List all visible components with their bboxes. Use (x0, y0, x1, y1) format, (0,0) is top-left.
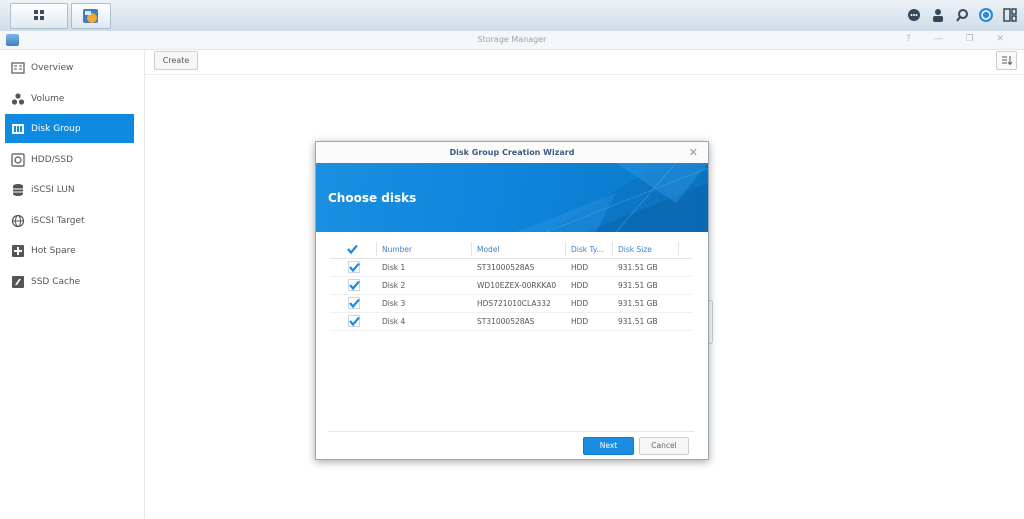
row-checkbox[interactable] (348, 279, 360, 291)
grid-icon (34, 10, 44, 20)
disk-group-icon (11, 122, 25, 136)
sidebar-item-volume[interactable]: Volume (5, 84, 134, 113)
cancel-button[interactable]: Cancel (639, 437, 689, 455)
wizard-banner: Choose disks (316, 163, 708, 232)
main-menu-button[interactable] (10, 3, 68, 29)
row-checkbox[interactable] (348, 261, 360, 273)
sidebar-item-label: iSCSI Target (31, 215, 85, 226)
sidebar-item-iscsi-lun[interactable]: iSCSI LUN (5, 175, 134, 204)
overview-icon (11, 61, 25, 75)
sidebar: Overview Volume Disk Group HDD/SSD iSCSI… (0, 50, 145, 519)
sidebar-item-label: iSCSI LUN (31, 184, 75, 195)
select-all-checkbox[interactable] (346, 243, 358, 255)
table-row[interactable]: Disk 1 ST31000528AS HDD 931.51 GB (330, 259, 692, 277)
table-header: Number Model Disk Ty... Disk Size (330, 241, 692, 259)
dialog-title-bar: Disk Group Creation Wizard ✕ (316, 142, 708, 164)
close-icon[interactable]: ✕ (689, 146, 698, 159)
table-row[interactable]: Disk 2 WD10EZEX-00RKKA0 HDD 931.51 GB (330, 277, 692, 295)
sidebar-item-label: HDD/SSD (31, 154, 74, 165)
notification-icon[interactable] (906, 7, 922, 23)
column-model[interactable]: Model (477, 245, 500, 254)
next-button[interactable]: Next (583, 437, 634, 455)
disk-size: 931.51 GB (618, 299, 658, 308)
disk-model: WD10EZEX-00RKKA0 (477, 281, 557, 290)
table-row[interactable]: Disk 4 ST31000528AS HDD 931.51 GB (330, 313, 692, 331)
disk-size: 931.51 GB (618, 317, 658, 326)
taskbar (0, 0, 1024, 32)
taskbar-tray (906, 7, 1018, 23)
disk-type: HDD (571, 299, 589, 308)
widgets-icon[interactable] (978, 7, 994, 23)
search-icon[interactable] (954, 7, 970, 23)
dialog-title: Disk Group Creation Wizard (449, 148, 575, 157)
window-controls[interactable]: ? — ❐ ✕ (906, 34, 1014, 44)
sidebar-item-disk-group[interactable]: Disk Group (5, 114, 134, 143)
disk-number: Disk 4 (382, 317, 406, 326)
window-title: Storage Manager (477, 35, 547, 44)
sidebar-item-label: Hot Spare (31, 245, 76, 256)
storage-manager-taskbar-button[interactable] (71, 3, 111, 29)
desktop-layout-icon[interactable] (1002, 7, 1018, 23)
wizard-step-title: Choose disks (328, 191, 417, 205)
column-number[interactable]: Number (382, 245, 412, 254)
dialog-footer-divider (328, 431, 694, 432)
disk-model: ST31000528AS (477, 263, 535, 272)
create-button[interactable]: Create (154, 51, 198, 70)
disk-group-wizard-dialog: Disk Group Creation Wizard ✕ Choose disk… (315, 141, 709, 460)
user-icon[interactable] (930, 7, 946, 23)
hdd-icon (11, 152, 25, 167)
sort-icon (1002, 56, 1013, 66)
iscsi-target-icon (11, 214, 25, 228)
table-row[interactable]: Disk 3 HDS721010CLA332 HDD 931.51 GB (330, 295, 692, 313)
volume-icon (11, 92, 25, 106)
disk-number: Disk 3 (382, 299, 406, 308)
disk-model: HDS721010CLA332 (477, 299, 551, 308)
main-toolbar: Create (145, 50, 1024, 75)
disk-size: 931.51 GB (618, 281, 658, 290)
disk-number: Disk 2 (382, 281, 406, 290)
row-checkbox[interactable] (348, 315, 360, 327)
window-title-bar: Storage Manager ? — ❐ ✕ (0, 31, 1024, 50)
sidebar-item-ssd-cache[interactable]: SSD Cache (5, 267, 134, 296)
sidebar-item-label: SSD Cache (31, 276, 81, 287)
column-disk-size[interactable]: Disk Size (618, 245, 652, 254)
sidebar-item-iscsi-target[interactable]: iSCSI Target (5, 206, 134, 235)
sidebar-item-hdd-ssd[interactable]: HDD/SSD (5, 145, 134, 174)
sidebar-item-overview[interactable]: Overview (5, 53, 134, 82)
disk-model: ST31000528AS (477, 317, 535, 326)
hot-spare-icon (11, 244, 25, 258)
disk-type: HDD (571, 317, 589, 326)
row-checkbox[interactable] (348, 297, 360, 309)
column-disk-type[interactable]: Disk Ty... (571, 245, 603, 254)
disk-type: HDD (571, 263, 589, 272)
sidebar-item-label: Overview (31, 62, 74, 73)
ssd-cache-icon (11, 275, 25, 289)
storage-manager-app-icon (83, 9, 98, 23)
sidebar-item-label: Disk Group (31, 123, 81, 134)
sidebar-item-hot-spare[interactable]: Hot Spare (5, 236, 134, 265)
sidebar-item-label: Volume (31, 93, 65, 104)
sort-button[interactable] (996, 51, 1017, 70)
disk-type: HDD (571, 281, 589, 290)
disk-table: Number Model Disk Ty... Disk Size Disk 1… (330, 241, 692, 331)
disk-number: Disk 1 (382, 263, 406, 272)
iscsi-lun-icon (11, 183, 25, 197)
disk-size: 931.51 GB (618, 263, 658, 272)
